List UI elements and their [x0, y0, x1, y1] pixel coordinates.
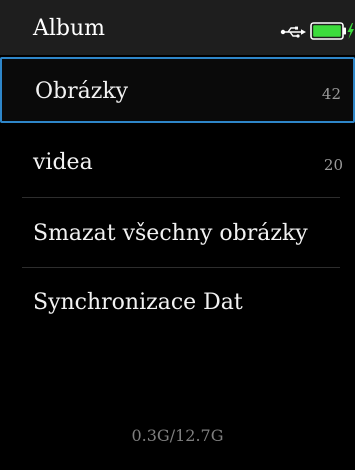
menu-item-data-sync[interactable]: Synchronizace Dat	[0, 270, 355, 336]
divider	[22, 197, 340, 198]
usb-icon	[280, 26, 306, 38]
menu-item-label: videa	[33, 150, 93, 175]
menu-item-obrazky[interactable]: Obrázky 42	[0, 57, 355, 123]
header-bar: Album	[0, 0, 355, 55]
menu-item-label: Synchronizace Dat	[33, 290, 243, 315]
storage-usage: 0.3G/12.7G	[131, 426, 224, 445]
menu-item-videa[interactable]: videa 20	[0, 130, 355, 196]
battery-charging-icon	[310, 22, 354, 40]
menu-item-label: Obrázky	[35, 79, 129, 104]
menu-item-count: 20	[323, 156, 343, 174]
album-screen: Album Obrázky 42 videa 20 Smazat všechny…	[0, 0, 355, 470]
menu-item-delete-all-pictures[interactable]: Smazat všechny obrázky	[0, 200, 355, 266]
menu-item-count: 42	[321, 85, 341, 103]
page-title: Album	[33, 16, 106, 41]
menu-item-label: Smazat všechny obrázky	[33, 221, 308, 246]
divider	[22, 267, 340, 268]
